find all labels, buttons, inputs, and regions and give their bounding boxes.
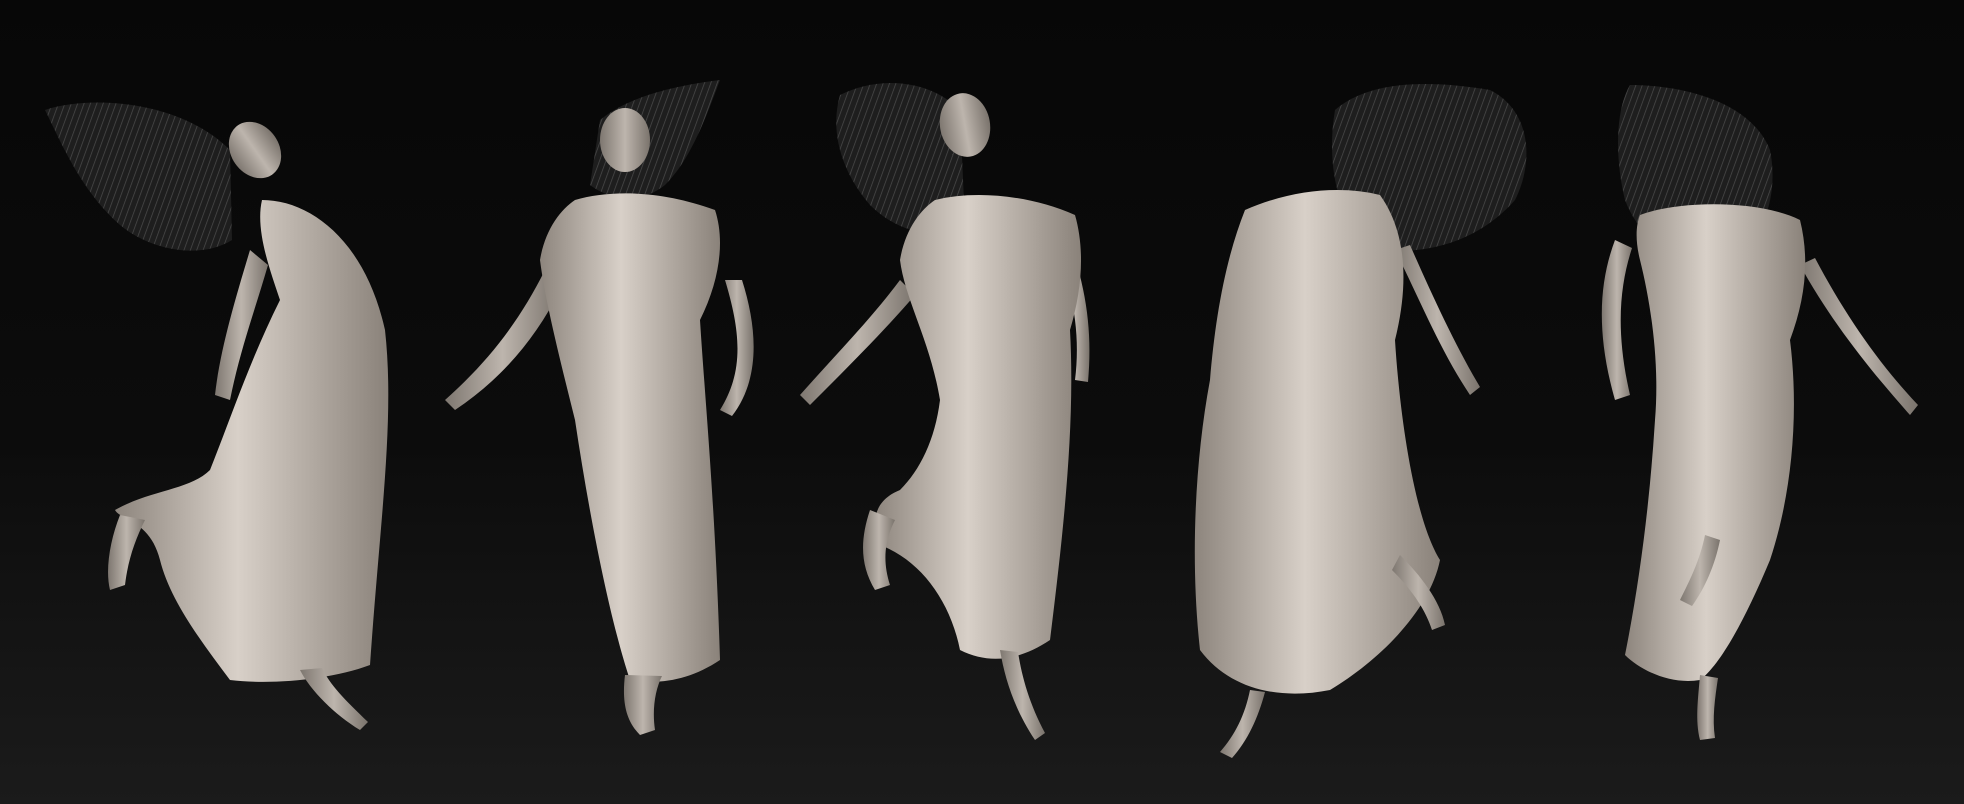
- foot-back: [108, 515, 145, 590]
- figure-back: [1601, 85, 1918, 740]
- foot-front: [1220, 690, 1265, 758]
- arm-right: [1800, 258, 1918, 415]
- figure-back-three-quarter: [1194, 84, 1527, 758]
- render-viewport: [0, 0, 1964, 804]
- foot-back: [863, 510, 895, 590]
- arm-left: [1601, 240, 1632, 400]
- foot-hanging: [1697, 675, 1718, 740]
- foot-front: [300, 668, 368, 730]
- head: [600, 108, 650, 172]
- dress: [540, 193, 720, 682]
- figure-front-three-quarter: [800, 83, 1090, 740]
- foot-front: [1000, 650, 1045, 740]
- hair: [45, 102, 232, 251]
- sculpt-render: [45, 80, 1918, 758]
- arm-right: [720, 280, 754, 416]
- dress: [1625, 204, 1806, 681]
- arm-left: [800, 280, 915, 405]
- dress: [875, 195, 1082, 659]
- figure-front: [445, 80, 754, 735]
- figure-side-left: [45, 102, 389, 730]
- arm-left: [445, 270, 560, 410]
- feet: [623, 675, 662, 735]
- arm-right: [1395, 245, 1480, 395]
